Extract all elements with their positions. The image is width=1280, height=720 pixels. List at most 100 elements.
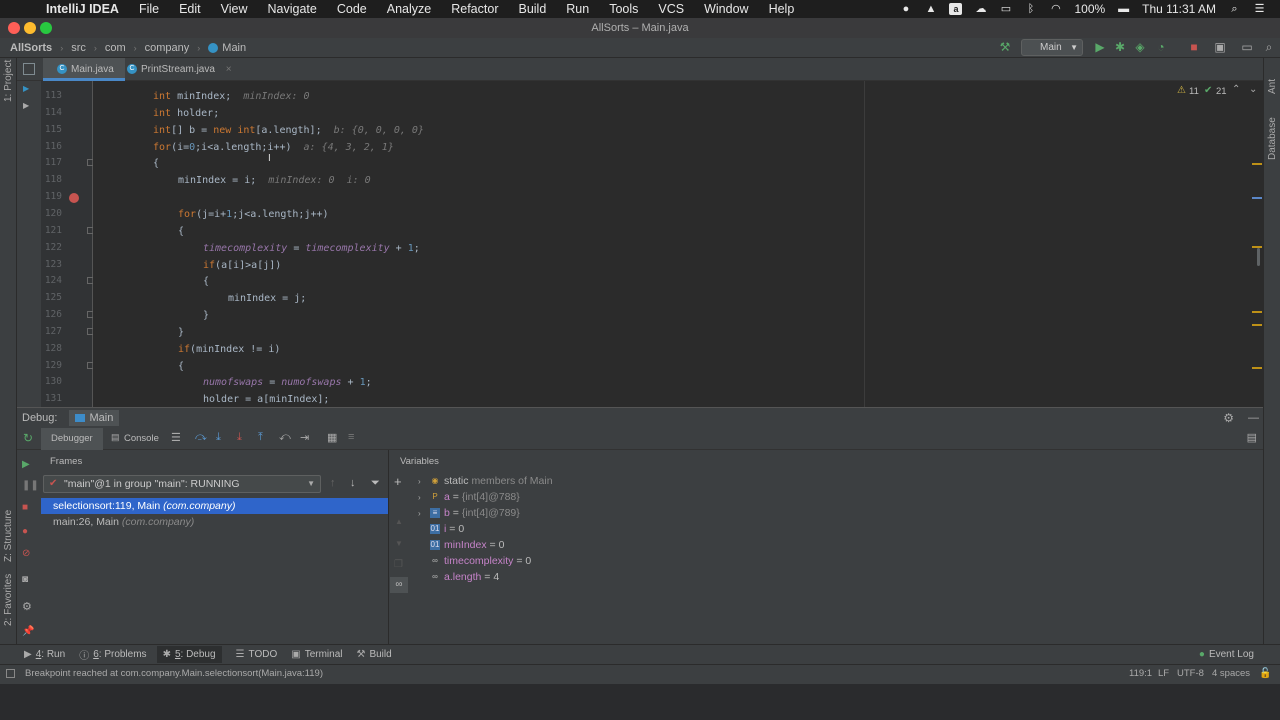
force-step-into-icon[interactable]: ⤓ [237,431,242,444]
line-number[interactable]: 115 [41,124,62,135]
code-line[interactable]: timecomplexity = timecomplexity + 1; [203,240,420,257]
hide-icon[interactable]: — [1248,412,1259,424]
spotlight-search-icon[interactable]: ⌕ [1228,3,1241,15]
trace-icon[interactable]: ≡ [348,431,354,443]
error-stripe-marker[interactable] [1252,163,1262,165]
error-stripe-marker[interactable] [1252,311,1262,313]
code-line[interactable]: int holder; [153,105,219,122]
project-structure-icon[interactable]: ▣ [1213,40,1227,54]
profile-icon[interactable]: ◔ [1154,40,1168,54]
search-everywhere-icon[interactable]: ⌕ [1262,40,1276,54]
code-line[interactable]: for(j=i+1;j<a.length;j++) [178,206,329,223]
layout-icon[interactable]: ▭ [1240,40,1254,54]
camera-icon[interactable]: ◙ [22,574,28,585]
line-number[interactable]: 113 [41,90,62,101]
evaluate-expression-icon[interactable]: ▦ [327,431,337,444]
line-number[interactable]: 125 [41,292,62,303]
line-separator[interactable]: LF [1158,665,1169,683]
menu-run[interactable]: Run [566,2,589,16]
code-line[interactable]: { [178,223,184,240]
line-number[interactable]: 124 [41,275,62,286]
line-number[interactable]: 127 [41,326,62,337]
filter-icon[interactable]: ⏷ [371,477,380,490]
code-line[interactable]: minIndex = i; minIndex: 0 i: 0 [178,172,371,189]
menu-tools[interactable]: Tools [609,2,638,16]
menu-analyze[interactable]: Analyze [387,2,431,16]
cloud-icon[interactable]: ☁ [974,3,987,15]
line-number[interactable]: 118 [41,174,62,185]
tool-run[interactable]: ▶ 4: Run [24,649,65,660]
record-icon[interactable]: ● [899,3,912,15]
expand-arrow-icon[interactable]: › [418,474,430,490]
line-number[interactable]: 121 [41,225,62,236]
chevron-down-icon[interactable]: ⌄ [1249,84,1257,95]
menu-view[interactable]: View [221,2,248,16]
arrow-down-icon[interactable]: ↓ [350,477,356,489]
line-number[interactable]: 129 [41,360,62,371]
minimize-window-button[interactable] [24,22,36,34]
variable-row[interactable]: ∞ timecomplexity = 0 [418,553,531,569]
code-line[interactable]: numofswaps = numofswaps + 1; [203,374,372,391]
breadcrumb-company[interactable]: company [145,42,190,54]
indent-setting[interactable]: 4 spaces [1212,665,1250,683]
expand-arrow-icon[interactable]: ▶ [23,84,29,93]
error-stripe-marker[interactable] [1252,324,1262,326]
editor-scrollbar[interactable] [1257,248,1260,266]
error-stripe-marker[interactable] [1252,367,1262,369]
code-editor[interactable]: int minIndex; minIndex: 0 int holder; int[… [93,81,1263,407]
toggle-tool-windows-icon[interactable] [6,669,15,678]
code-line[interactable]: { [153,155,159,172]
drive-icon[interactable]: ▲ [924,3,937,15]
tool-todo[interactable]: ☰ TODO [236,649,278,660]
airplay-icon[interactable]: ▭ [999,3,1012,15]
file-encoding[interactable]: UTF-8 [1177,665,1204,683]
run-icon[interactable]: ▶ [1093,40,1107,54]
stack-frame[interactable]: selectionsort:119, Main (com.company) [41,498,388,514]
variable-row[interactable]: ∞ a.length = 4 [418,569,499,585]
project-tool-label[interactable]: 1: Project [3,60,14,102]
tool-terminal[interactable]: ▣ Terminal [291,649,342,660]
tab-debugger[interactable]: Debugger [41,428,103,450]
code-line[interactable]: { [178,358,184,375]
battery-icon[interactable]: ▬ [1117,3,1130,15]
notification-center-icon[interactable]: ☰ [1253,3,1266,15]
move-up-icon[interactable]: ▲ [395,517,403,526]
tool-build[interactable]: ⚒ Build [356,649,391,660]
bluetooth-icon[interactable]: ᛒ [1024,3,1037,15]
menu-edit[interactable]: Edit [179,2,201,16]
menu-file[interactable]: File [139,2,159,16]
variable-row[interactable]: › ◉ static members of Main [418,473,553,489]
add-watch-icon[interactable]: + [394,474,402,489]
menu-vcs[interactable]: VCS [658,2,684,16]
step-into-icon[interactable]: ⤓ [216,431,221,444]
chevron-up-icon[interactable]: ⌃ [1232,84,1240,95]
step-out-icon[interactable]: ⤒ [258,431,263,444]
copy-icon[interactable]: ❐ [394,559,403,570]
database-tool-label[interactable]: Database [1267,117,1278,160]
breadcrumb-main-class[interactable]: Main [208,42,246,54]
structure-tool-label[interactable]: Z: Structure [3,510,14,562]
show-watches-icon[interactable]: ∞ [390,577,408,593]
resume-icon[interactable]: ▶ [22,459,30,470]
coverage-icon[interactable]: ◈ [1133,40,1147,54]
code-line[interactable]: holder = a[minIndex]; [203,391,329,407]
ok-count[interactable]: 21 [1216,86,1227,97]
menu-navigate[interactable]: Navigate [268,2,317,16]
menu-build[interactable]: Build [518,2,546,16]
line-number[interactable]: 131 [41,393,62,404]
run-configuration-select[interactable]: Main ▼ [1021,39,1083,56]
line-number[interactable]: 116 [41,141,62,152]
menu-refactor[interactable]: Refactor [451,2,498,16]
variable-row[interactable]: 01 minIndex = 0 [418,537,504,553]
breadcrumb-com[interactable]: com [105,42,126,54]
stack-frame[interactable]: main:26, Main (com.company) [41,514,388,530]
breadcrumb-project[interactable]: AllSorts [10,42,52,54]
project-view-icon[interactable] [23,63,35,75]
tab-printstream-java[interactable]: C PrintStream.java × [113,58,253,81]
debug-icon[interactable]: ✱ [1113,40,1127,54]
expand-arrow-icon[interactable]: ▶ [23,101,29,110]
breakpoint-icon[interactable] [69,193,79,204]
expand-arrow-icon[interactable]: › [418,490,430,506]
check-icon[interactable]: ✔ [1204,85,1212,96]
stop-icon[interactable]: ■ [22,502,28,513]
